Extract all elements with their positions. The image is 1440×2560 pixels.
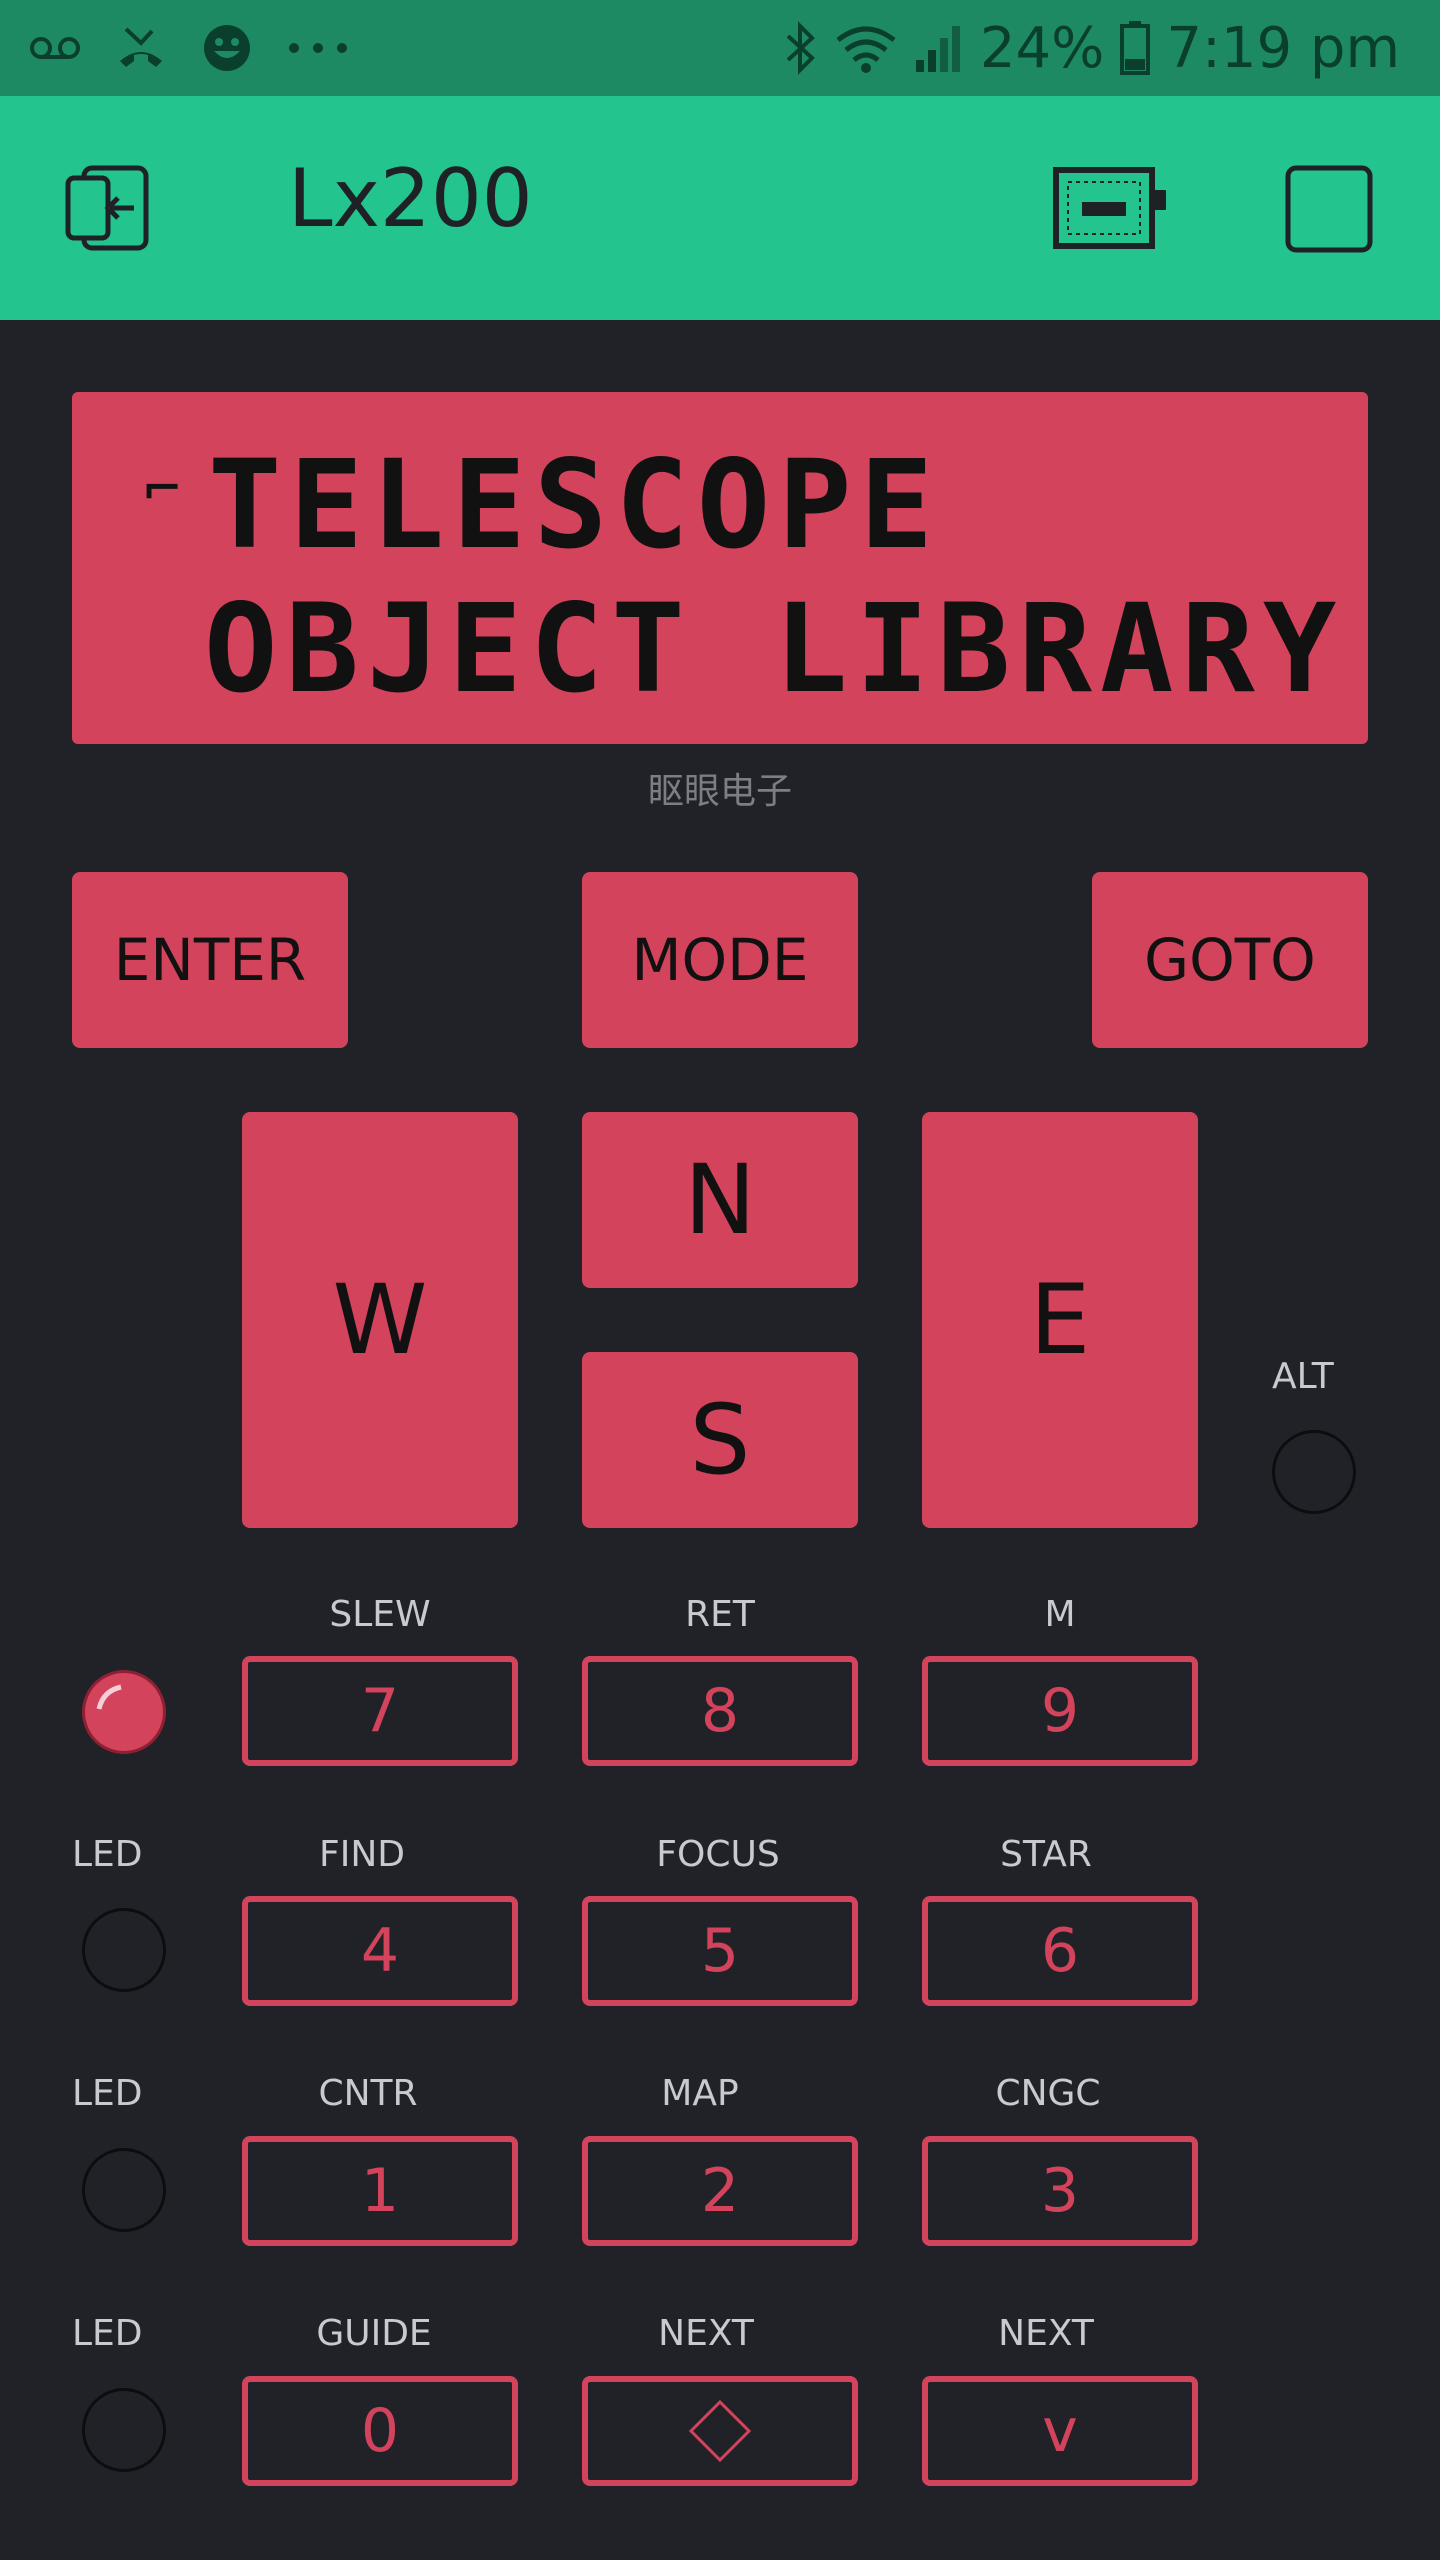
led-indicator [82, 2388, 166, 2472]
subtitle-label: 眍眼电子 [647, 771, 792, 812]
key-label-next-2: NEXT [998, 2313, 1094, 2354]
key-label-m: M [1044, 1594, 1076, 1635]
key-v[interactable]: v [922, 2376, 1198, 2486]
key-label-cngc: CNGC [995, 2073, 1101, 2114]
key-label-cntr: CNTR [318, 2073, 418, 2114]
key-4[interactable]: 4 [242, 1896, 518, 2006]
led-indicator-on [82, 1670, 166, 1754]
voicemail-icon [30, 33, 80, 63]
project-title: Lx200 [288, 152, 533, 245]
led-indicator [82, 2148, 166, 2232]
key-label-slew: SLEW [329, 1594, 431, 1635]
clock: 7:19 pm [1166, 15, 1400, 81]
diamond-icon [688, 2399, 752, 2463]
status-bar: 24% 7:19 pm [0, 0, 1440, 96]
key-diamond[interactable] [582, 2376, 858, 2486]
alt-led [1272, 1430, 1356, 1514]
south-button[interactable]: S [582, 1352, 858, 1528]
lcd-cursor: ⌐ [144, 454, 181, 524]
led-indicator [82, 1908, 166, 1992]
west-button[interactable]: W [242, 1112, 518, 1528]
key-3[interactable]: 3 [922, 2136, 1198, 2246]
key-label-guide: GUIDE [316, 2313, 432, 2354]
north-button[interactable]: N [582, 1112, 858, 1288]
app-bar: Lx200 [0, 96, 1440, 320]
lcd-line-2: OBJECT LIBRARY [204, 578, 1345, 720]
key-8[interactable]: 8 [582, 1656, 858, 1766]
bluetooth-icon [784, 20, 818, 76]
lcd-display: ⌐ TELESCOPE OBJECT LIBRARY [72, 392, 1368, 744]
missed-call-icon [116, 25, 166, 71]
signal-icon [914, 22, 964, 74]
key-5[interactable]: 5 [582, 1896, 858, 2006]
key-1[interactable]: 1 [242, 2136, 518, 2246]
key-label-find: FIND [319, 1834, 405, 1875]
led-label: LED [72, 2073, 143, 2114]
exit-project-icon[interactable] [64, 164, 160, 256]
key-label-focus: FOCUS [656, 1834, 780, 1875]
led-label: LED [72, 2313, 143, 2354]
stop-icon[interactable] [1284, 164, 1374, 258]
enter-button[interactable]: ENTER [72, 872, 348, 1048]
emoji-icon [202, 23, 252, 73]
east-button[interactable]: E [922, 1112, 1198, 1528]
key-label-ret: RET [685, 1594, 755, 1635]
key-7[interactable]: 7 [242, 1656, 518, 1766]
more-icon [288, 42, 348, 54]
key-label-next: NEXT [658, 2313, 754, 2354]
mode-button[interactable]: MODE [582, 872, 858, 1048]
goto-button[interactable]: GOTO [1092, 872, 1368, 1048]
battery-percent: 24% [979, 15, 1105, 81]
wifi-icon [834, 22, 898, 74]
key-label-map: MAP [661, 2073, 739, 2114]
battery-icon [1120, 21, 1151, 75]
lcd-line-1: TELESCOPE [208, 434, 942, 576]
key-label-star: STAR [1000, 1834, 1092, 1875]
alt-label: ALT [1272, 1356, 1334, 1397]
key-6[interactable]: 6 [922, 1896, 1198, 2006]
device-battery-icon[interactable] [1052, 166, 1168, 254]
led-label: LED [72, 1834, 143, 1875]
key-2[interactable]: 2 [582, 2136, 858, 2246]
key-0[interactable]: 0 [242, 2376, 518, 2486]
key-9[interactable]: 9 [922, 1656, 1198, 1766]
